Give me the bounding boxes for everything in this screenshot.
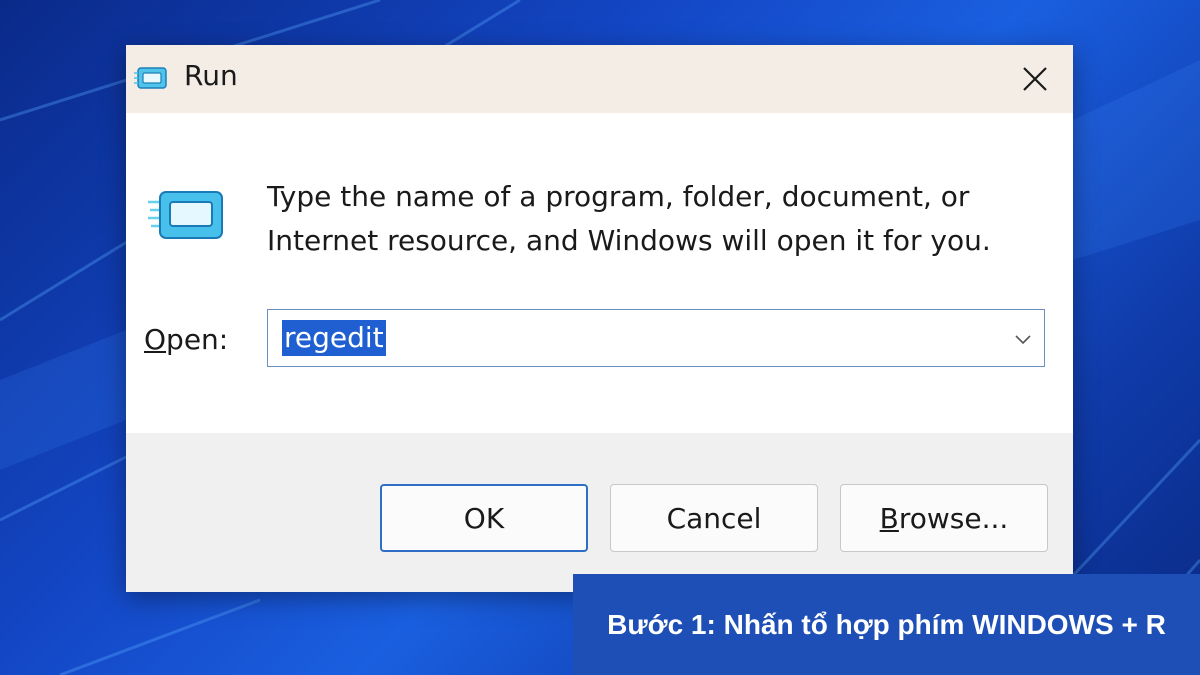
close-button[interactable] (997, 45, 1073, 113)
run-dialog: Run Type the name of a program, folder, … (126, 45, 1073, 592)
browse-access-key: B (879, 501, 899, 535)
window-title: Run (184, 59, 238, 92)
button-bar: OK Cancel Browse... (126, 433, 1073, 592)
run-icon (148, 191, 223, 239)
open-label: Open: (144, 323, 228, 356)
close-icon (1023, 67, 1047, 91)
chevron-down-icon[interactable] (1012, 328, 1034, 350)
browse-button[interactable]: Browse... (840, 484, 1048, 552)
description-text: Type the name of a program, folder, docu… (267, 180, 991, 257)
run-icon (134, 67, 167, 89)
title-bar[interactable]: Run (126, 45, 1073, 113)
step-caption: Bước 1: Nhấn tổ hợp phím WINDOWS + R (573, 574, 1200, 675)
browse-label-rest: rowse... (898, 501, 1009, 535)
cancel-button[interactable]: Cancel (610, 484, 818, 552)
open-input-value[interactable]: regedit (282, 320, 386, 356)
ok-button[interactable]: OK (380, 484, 588, 552)
open-label-access-key: O (144, 323, 167, 356)
open-label-rest: pen: (166, 323, 229, 356)
open-combobox[interactable]: regedit (267, 309, 1045, 367)
